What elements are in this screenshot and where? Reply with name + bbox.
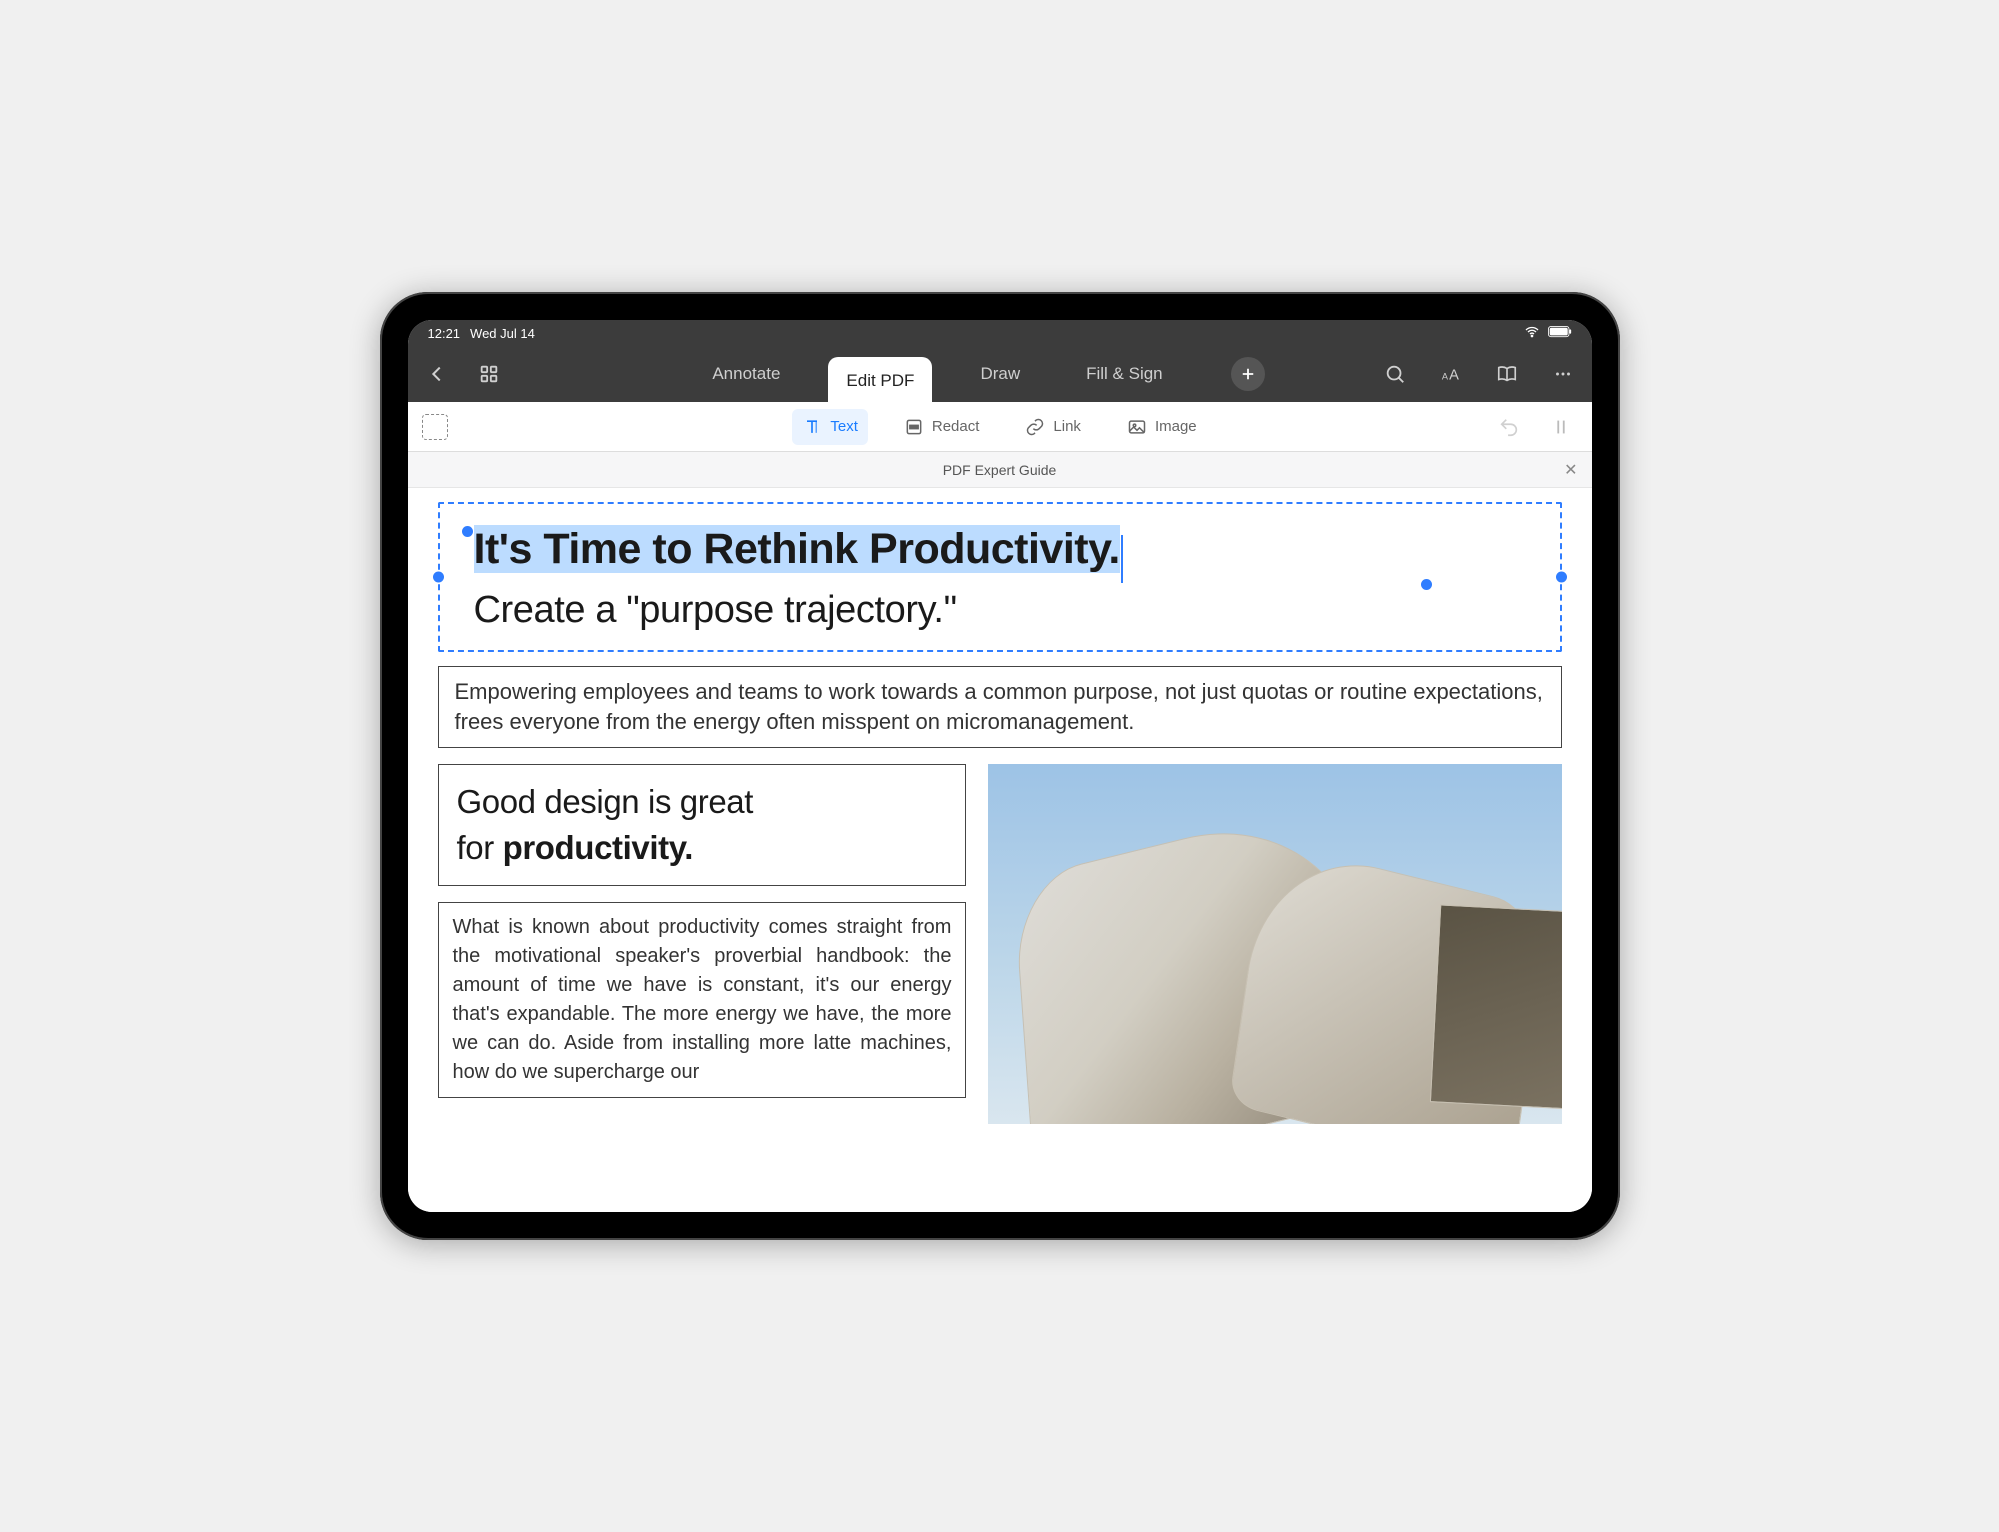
tool-image-label: Image (1155, 418, 1197, 435)
tool-text[interactable]: Text (792, 409, 868, 445)
status-bar: 12:21 Wed Jul 14 (408, 320, 1592, 346)
body-paragraph[interactable]: What is known about productivity comes s… (438, 902, 967, 1098)
selection-tool-icon[interactable] (422, 414, 448, 440)
edit-toolbar: Text Redact Link Image (408, 402, 1592, 452)
battery-icon (1548, 326, 1572, 341)
text-size-icon[interactable]: AA (1434, 357, 1468, 391)
book-icon[interactable] (1490, 357, 1524, 391)
svg-text:A: A (1449, 368, 1459, 384)
tab-annotate[interactable]: Annotate (694, 354, 798, 394)
status-date: Wed Jul 14 (470, 326, 535, 341)
text-caret (1121, 535, 1124, 583)
design-line1: Good design is great (457, 783, 754, 820)
tool-redact-label: Redact (932, 418, 980, 435)
tab-draw[interactable]: Draw (962, 354, 1038, 394)
selection-handle-left[interactable] (433, 571, 444, 582)
close-icon[interactable]: ✕ (1564, 460, 1577, 480)
tool-text-label: Text (830, 418, 858, 435)
tool-link-label: Link (1053, 418, 1081, 435)
document-image[interactable] (988, 764, 1561, 1124)
more-icon[interactable] (1546, 357, 1580, 391)
tab-fill-sign[interactable]: Fill & Sign (1068, 354, 1181, 394)
selection-handle-top-left[interactable] (462, 526, 473, 537)
undo-icon[interactable] (1492, 410, 1526, 444)
back-button[interactable] (420, 357, 454, 391)
document-area[interactable]: It's Time to Rethink Productivity. Creat… (408, 488, 1592, 1212)
svg-text:A: A (1441, 372, 1448, 382)
design-line2-bold: productivity. (503, 829, 693, 866)
tab-edit-pdf[interactable]: Edit PDF (828, 357, 932, 407)
top-toolbar: Annotate Edit PDF Draw Fill & Sign AA (408, 346, 1592, 402)
tool-image[interactable]: Image (1117, 409, 1207, 445)
document-subhead[interactable]: Create a "purpose trajectory." (474, 589, 1526, 632)
drag-handle-icon[interactable] (1544, 410, 1578, 444)
tool-link[interactable]: Link (1015, 409, 1091, 445)
add-button[interactable] (1231, 357, 1265, 391)
document-title: PDF Expert Guide (943, 462, 1057, 478)
search-icon[interactable] (1378, 357, 1412, 391)
text-selection-box[interactable]: It's Time to Rethink Productivity. Creat… (438, 502, 1562, 652)
tool-redact[interactable]: Redact (894, 409, 990, 445)
grid-icon[interactable] (472, 357, 506, 391)
document-title-bar: PDF Expert Guide ✕ (408, 452, 1592, 488)
selection-handle-right[interactable] (1556, 571, 1567, 582)
wifi-icon (1524, 324, 1540, 343)
design-heading-box[interactable]: Good design is great for productivity. (438, 764, 967, 885)
status-time: 12:21 (428, 326, 461, 341)
document-headline[interactable]: It's Time to Rethink Productivity. (474, 525, 1120, 573)
intro-paragraph[interactable]: Empowering employees and teams to work t… (438, 666, 1562, 749)
design-line2-pre: for (457, 829, 503, 866)
